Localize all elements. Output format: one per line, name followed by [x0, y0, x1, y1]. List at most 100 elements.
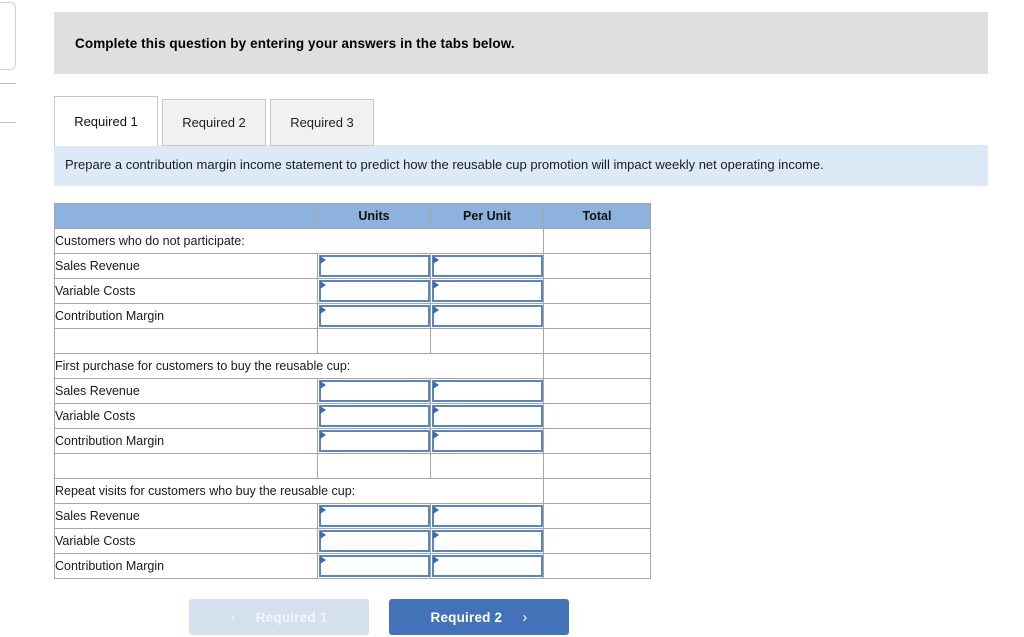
per-input-box[interactable] [432, 280, 543, 303]
per-input-cell[interactable] [430, 503, 544, 530]
spacer-total-cell [543, 328, 651, 355]
units-input-cell[interactable] [317, 528, 431, 555]
column-header-per-unit: Per Unit [430, 203, 544, 230]
cell-dropdown-marker-icon[interactable] [433, 306, 439, 315]
table-row: Sales Revenue [54, 378, 651, 405]
units-input-cell[interactable] [317, 278, 431, 305]
cell-dropdown-marker-icon[interactable] [320, 556, 326, 565]
per-input-box[interactable] [432, 430, 543, 453]
per-input-cell[interactable] [430, 403, 544, 430]
per-input-box[interactable] [432, 405, 543, 428]
contribution-margin-table-wrapper: Units Per Unit Total Customers who do no… [54, 203, 988, 580]
total-cell [543, 378, 651, 405]
cell-dropdown-marker-icon[interactable] [320, 381, 326, 390]
units-input-cell[interactable] [317, 428, 431, 455]
per-input-cell[interactable] [430, 528, 544, 555]
spacer-units-cell [317, 328, 431, 355]
total-cell [543, 353, 651, 380]
per-input-cell[interactable] [430, 253, 544, 280]
tab-required-1[interactable]: Required 1 [54, 96, 158, 146]
table-row: Variable Costs [54, 528, 651, 555]
per-input-box[interactable] [432, 505, 543, 528]
table-row: Contribution Margin [54, 553, 651, 580]
units-input-cell[interactable] [317, 303, 431, 330]
question-banner: Complete this question by entering your … [54, 12, 988, 74]
spacer-per-cell [430, 328, 544, 355]
cell-dropdown-marker-icon[interactable] [433, 381, 439, 390]
row-label: Contribution Margin [54, 303, 318, 330]
per-input-box[interactable] [432, 305, 543, 328]
per-input-box[interactable] [432, 530, 543, 553]
table-row: Contribution Margin [54, 428, 651, 455]
row-label: Sales Revenue [54, 503, 318, 530]
edge-panel-bottom [0, 83, 16, 123]
tab-required-2[interactable]: Required 2 [162, 99, 266, 146]
per-input-box[interactable] [432, 255, 543, 278]
cell-dropdown-marker-icon[interactable] [320, 281, 326, 290]
total-cell [543, 503, 651, 530]
units-input-cell[interactable] [317, 403, 431, 430]
row-label: Contribution Margin [54, 553, 318, 580]
units-input-cell[interactable] [317, 253, 431, 280]
table-row: Repeat visits for customers who buy the … [54, 478, 651, 505]
units-input-box[interactable] [319, 555, 430, 578]
cell-dropdown-marker-icon[interactable] [433, 556, 439, 565]
per-input-cell[interactable] [430, 278, 544, 305]
requirement-description: Prepare a contribution margin income sta… [54, 145, 988, 187]
row-label: Sales Revenue [54, 253, 318, 280]
chevron-left-icon: ‹ [230, 608, 236, 626]
tab-required-1-label: Required 1 [74, 113, 138, 129]
question-banner-text: Complete this question by entering your … [75, 35, 515, 51]
cell-dropdown-marker-icon[interactable] [433, 431, 439, 440]
prev-required-button[interactable]: ‹ Required 1 [189, 599, 369, 636]
cell-dropdown-marker-icon[interactable] [433, 506, 439, 515]
units-input-box[interactable] [319, 430, 430, 453]
total-cell [543, 428, 651, 455]
units-input-box[interactable] [319, 380, 430, 403]
per-input-cell[interactable] [430, 303, 544, 330]
next-required-button-label: Required 2 [430, 609, 503, 625]
cell-dropdown-marker-icon[interactable] [433, 406, 439, 415]
per-input-box[interactable] [432, 555, 543, 578]
per-input-cell[interactable] [430, 428, 544, 455]
per-input-cell[interactable] [430, 378, 544, 405]
row-label: Contribution Margin [54, 428, 318, 455]
cell-dropdown-marker-icon[interactable] [320, 256, 326, 265]
per-input-cell[interactable] [430, 553, 544, 580]
cell-dropdown-marker-icon[interactable] [320, 306, 326, 315]
section-label: Customers who do not participate: [54, 228, 544, 255]
units-input-cell[interactable] [317, 378, 431, 405]
cell-dropdown-marker-icon[interactable] [433, 256, 439, 265]
table-row: Sales Revenue [54, 253, 651, 280]
units-input-box[interactable] [319, 505, 430, 528]
total-cell [543, 278, 651, 305]
cell-dropdown-marker-icon[interactable] [433, 531, 439, 540]
units-input-box[interactable] [319, 255, 430, 278]
section-label: Repeat visits for customers who buy the … [54, 478, 544, 505]
cell-dropdown-marker-icon[interactable] [433, 281, 439, 290]
cell-dropdown-marker-icon[interactable] [320, 506, 326, 515]
units-input-box[interactable] [319, 530, 430, 553]
table-body: Customers who do not participate: Sales R… [54, 228, 651, 580]
table-row: Sales Revenue [54, 503, 651, 530]
requirement-tabs: Required 1 Required 2 Required 3 [54, 95, 988, 146]
units-input-box[interactable] [319, 405, 430, 428]
units-input-cell[interactable] [317, 553, 431, 580]
column-header-units: Units [317, 203, 431, 230]
cell-dropdown-marker-icon[interactable] [320, 431, 326, 440]
cell-dropdown-marker-icon[interactable] [320, 531, 326, 540]
units-input-box[interactable] [319, 280, 430, 303]
table-header-row: Units Per Unit Total [54, 203, 651, 230]
section-label: First purchase for customers to buy the … [54, 353, 544, 380]
row-label: Sales Revenue [54, 378, 318, 405]
units-input-cell[interactable] [317, 503, 431, 530]
units-input-box[interactable] [319, 305, 430, 328]
cell-dropdown-marker-icon[interactable] [320, 406, 326, 415]
table-row: Variable Costs [54, 278, 651, 305]
column-header-total: Total [543, 203, 651, 230]
per-input-box[interactable] [432, 380, 543, 403]
next-required-button[interactable]: Required 2 › [389, 599, 569, 636]
spacer-label-cell [54, 328, 318, 355]
tab-required-3[interactable]: Required 3 [270, 99, 374, 146]
table-header: Units Per Unit Total [54, 203, 651, 230]
